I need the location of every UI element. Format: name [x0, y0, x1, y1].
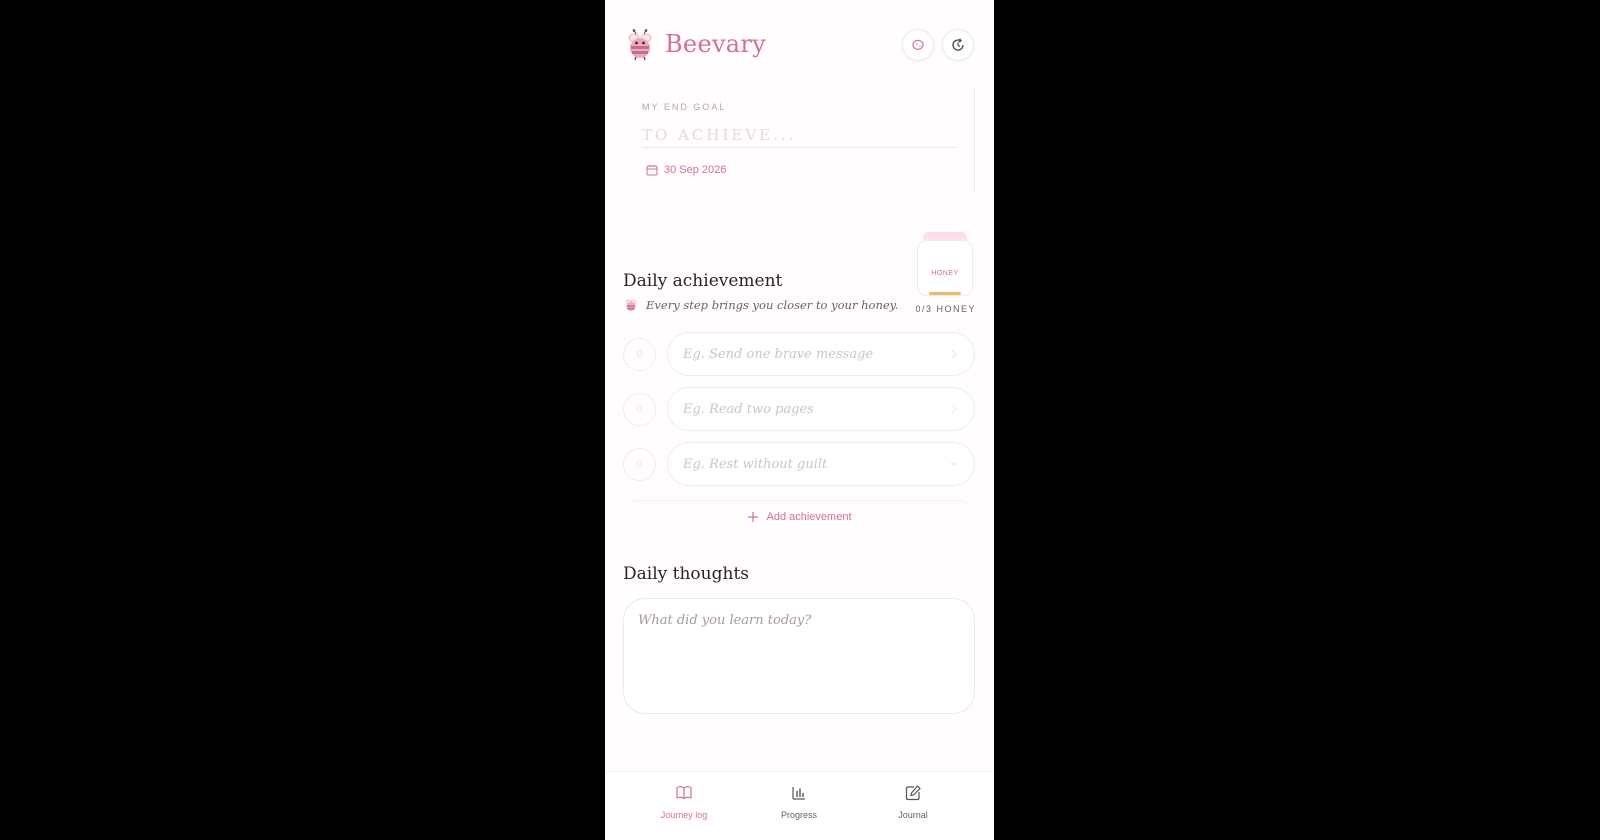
chevron-down-icon[interactable]: [948, 457, 960, 471]
add-achievement-button[interactable]: Add achievement: [623, 500, 975, 532]
bottom-nav: Journey log Progress Journal: [605, 771, 994, 840]
honey-jar: HONEY: [917, 232, 973, 298]
goal-label: MY END GOAL: [642, 102, 727, 112]
history-button[interactable]: [942, 29, 974, 61]
achievement-row: 0: [623, 442, 975, 486]
achievement-input[interactable]: [683, 388, 943, 430]
chevron-right-icon[interactable]: [948, 347, 960, 361]
nav-progress[interactable]: Progress: [759, 784, 839, 820]
edit-icon: [905, 785, 921, 801]
honey-jar-fill: [929, 292, 961, 295]
add-achievement-label: Add achievement: [766, 510, 852, 523]
end-goal-card: MY END GOAL 30 Sep 2026: [625, 88, 975, 192]
achievement-field: [667, 387, 975, 431]
nav-label: Journey log: [660, 810, 708, 820]
nav-label: Journal: [898, 810, 928, 820]
honey-jar-body: [917, 240, 973, 296]
brand-title: Beevary: [665, 30, 767, 58]
refresh-clock-icon: [952, 38, 964, 51]
achievement-check[interactable]: 0: [623, 338, 656, 371]
bee-logo-icon: [628, 29, 652, 61]
bee-icon: [625, 299, 637, 311]
achievement-input[interactable]: [683, 443, 943, 485]
achievement-title: Daily achievement: [623, 271, 783, 291]
achievement-field: [667, 332, 975, 376]
achievement-row: 0: [623, 332, 975, 376]
cookie-icon: [912, 39, 924, 50]
achievement-check[interactable]: 0: [623, 393, 656, 426]
nav-label: Progress: [780, 810, 817, 820]
header: Beevary: [605, 0, 994, 90]
goal-input[interactable]: [642, 122, 957, 148]
achievement-subtitle-text: Every step brings you closer to your hon…: [646, 298, 899, 312]
honey-pot-button[interactable]: [902, 29, 934, 61]
calendar-icon: [646, 165, 658, 176]
goal-date-text: 30 Sep 2026: [664, 164, 727, 176]
nav-journal[interactable]: Journal: [873, 784, 953, 820]
nav-journey-log[interactable]: Journey log: [644, 784, 724, 820]
chevron-right-icon[interactable]: [948, 402, 960, 416]
bar-chart-icon: [792, 787, 805, 800]
achievement-check[interactable]: 0: [623, 448, 656, 481]
goal-date[interactable]: 30 Sep 2026: [646, 164, 726, 176]
honey-count: 0/3 HONEY: [915, 304, 976, 314]
achievement-input[interactable]: [683, 333, 943, 375]
achievement-row: 0: [623, 387, 975, 431]
app-screen: Beevary MY END GOAL TO ACHIEVE... 30 Sep…: [605, 0, 994, 840]
book-icon: [676, 786, 692, 800]
thoughts-title: Daily thoughts: [623, 564, 749, 584]
achievement-field: [667, 442, 975, 486]
plus-icon: [747, 511, 758, 522]
achievement-subtitle: Every step brings you closer to your hon…: [624, 298, 898, 312]
thoughts-textarea[interactable]: [623, 598, 975, 714]
honey-jar-label: HONEY: [931, 270, 959, 277]
